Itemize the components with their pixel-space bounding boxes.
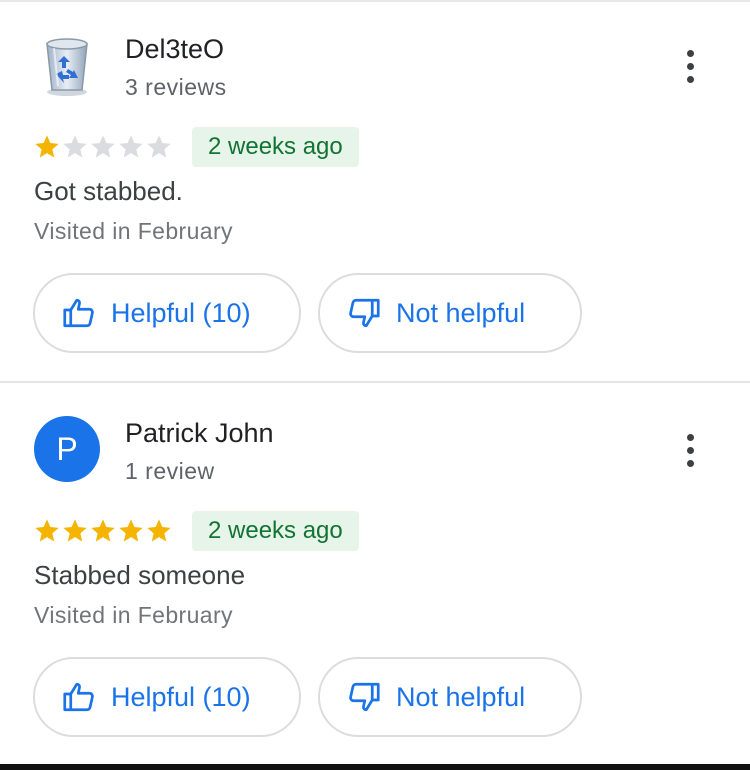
not-helpful-button[interactable]: Not helpful — [318, 657, 582, 737]
more-vert-icon — [686, 433, 694, 441]
thumb-up-icon — [63, 682, 94, 712]
star-empty-icon — [119, 135, 143, 158]
more-vert-icon — [686, 49, 694, 57]
review-time-badge: 2 weeks ago — [192, 511, 359, 551]
visited-date: Visited in February — [34, 218, 233, 244]
star-filled-icon — [119, 519, 143, 542]
star-filled-icon — [91, 519, 115, 542]
review-text: Stabbed someone — [34, 560, 246, 590]
author-name[interactable]: Patrick John — [125, 418, 274, 449]
helpful-label: Helpful (10) — [111, 681, 251, 712]
star-empty-icon — [63, 135, 87, 158]
helpful-button[interactable]: Helpful (10) — [33, 273, 301, 353]
review-divider — [0, 381, 750, 383]
thumb-down-icon — [349, 682, 380, 712]
not-helpful-label: Not helpful — [396, 297, 526, 328]
helpful-label: Helpful (10) — [111, 297, 251, 328]
more-options-button[interactable] — [670, 428, 710, 472]
review-card: P Patrick John 1 review 2 weeks ago Stab… — [0, 384, 750, 769]
avatar[interactable] — [34, 32, 100, 98]
review-time-badge: 2 weeks ago — [192, 127, 359, 167]
thumb-up-icon — [63, 298, 94, 328]
star-empty-icon — [91, 135, 115, 158]
avatar-letter: P — [34, 416, 100, 482]
thumb-down-icon — [349, 298, 380, 328]
star-rating — [33, 517, 173, 545]
recycle-bin-icon — [46, 38, 88, 96]
star-empty-icon — [147, 135, 171, 158]
review-count: 1 review — [125, 458, 215, 484]
star-filled-icon — [63, 519, 87, 542]
star-filled-icon — [35, 135, 59, 158]
not-helpful-label: Not helpful — [396, 681, 526, 712]
review-card: Del3teO 3 reviews 2 weeks ago Got stabbe… — [0, 0, 750, 385]
bottom-edge — [0, 764, 750, 770]
helpful-button[interactable]: Helpful (10) — [33, 657, 301, 737]
review-count: 3 reviews — [125, 74, 227, 100]
visited-date: Visited in February — [34, 602, 233, 628]
star-rating — [33, 133, 173, 161]
not-helpful-button[interactable]: Not helpful — [318, 273, 582, 353]
avatar[interactable]: P — [34, 416, 100, 482]
more-options-button[interactable] — [670, 44, 710, 88]
review-text: Got stabbed. — [34, 176, 183, 206]
author-name[interactable]: Del3teO — [125, 34, 224, 65]
star-filled-icon — [35, 519, 59, 542]
star-filled-icon — [147, 519, 171, 542]
